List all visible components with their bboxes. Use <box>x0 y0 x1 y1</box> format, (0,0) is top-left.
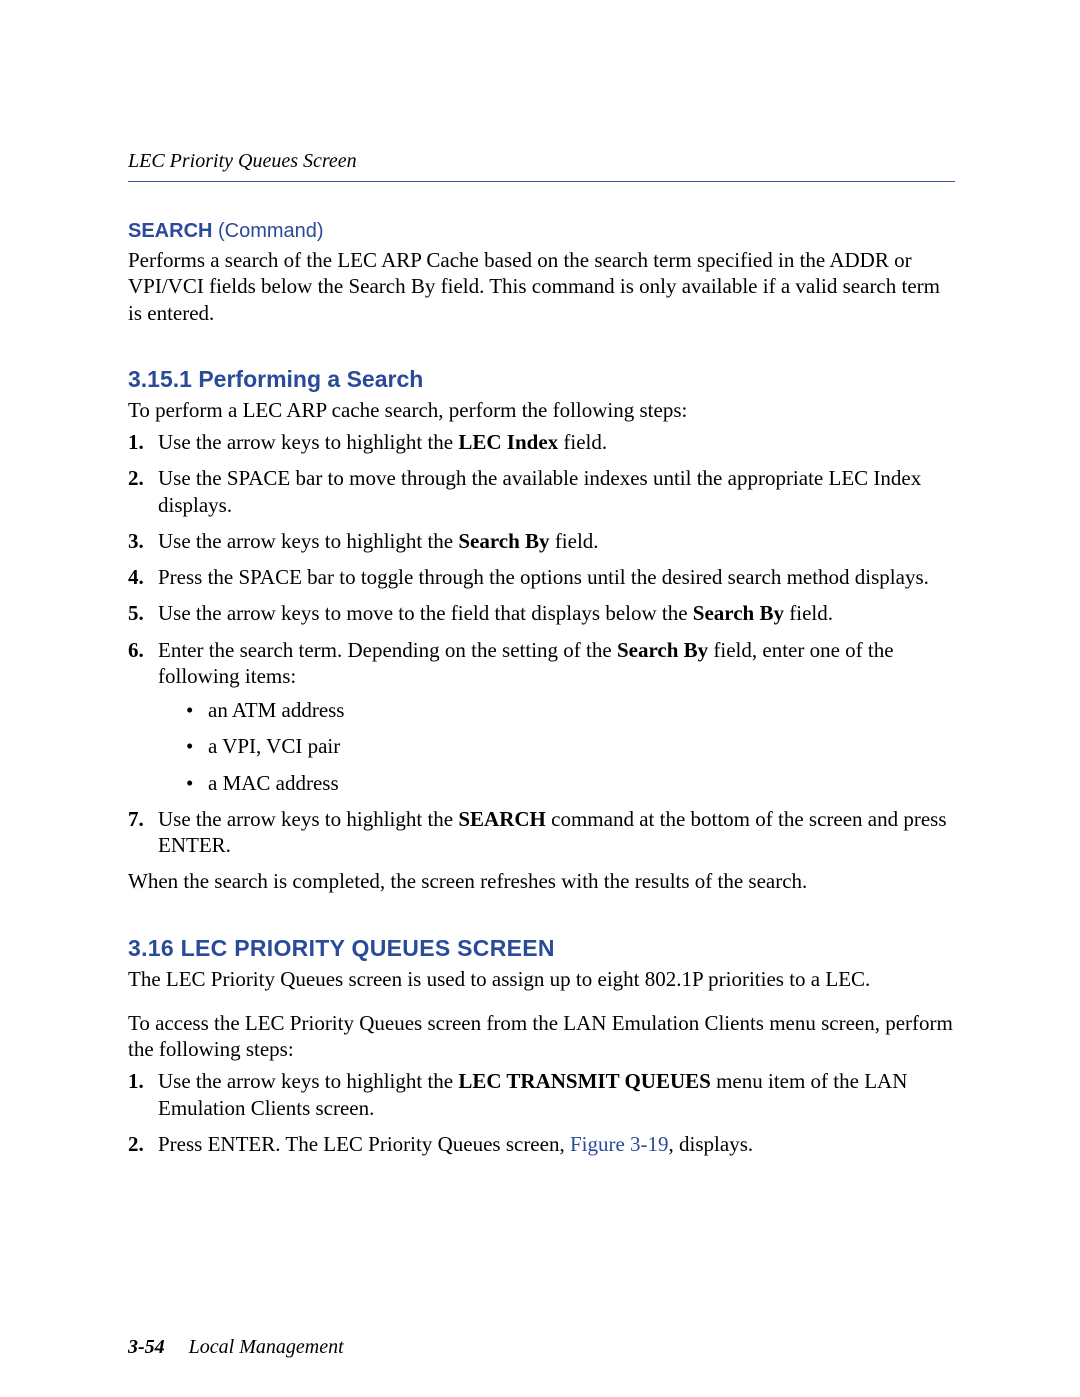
step-3-bold: Search By <box>458 529 549 553</box>
figure-3-19-link[interactable]: Figure 3-19 <box>570 1132 669 1156</box>
step-1: Use the arrow keys to highlight the LEC … <box>128 429 955 455</box>
step-6-pre: Enter the search term. Depending on the … <box>158 638 617 662</box>
step-2: Use the SPACE bar to move through the av… <box>128 465 955 518</box>
step-4-text: Press the SPACE bar to toggle through th… <box>158 565 929 589</box>
step-4: Press the SPACE bar to toggle through th… <box>128 564 955 590</box>
step-1-pre: Use the arrow keys to highlight the <box>158 430 458 454</box>
page: LEC Priority Queues Screen SEARCH (Comma… <box>0 0 1080 1397</box>
heading-3-16: 3.16 LEC PRIORITY QUEUES SCREEN <box>128 935 955 962</box>
step-7-pre: Use the arrow keys to highlight the <box>158 807 458 831</box>
step-3-16-1-bold: LEC TRANSMIT QUEUES <box>458 1069 710 1093</box>
steps-3-16: Use the arrow keys to highlight the LEC … <box>128 1068 955 1157</box>
step-5-pre: Use the arrow keys to move to the field … <box>158 601 693 625</box>
step-6-bullets: an ATM address a VPI, VCI pair a MAC add… <box>186 697 955 796</box>
step-3-pre: Use the arrow keys to highlight the <box>158 529 458 553</box>
section-3-15-1-intro: To perform a LEC ARP cache search, perfo… <box>128 397 955 423</box>
step-7-bold: SEARCH <box>458 807 546 831</box>
heading-3-15-1: 3.15.1 Performing a Search <box>128 366 955 393</box>
step-7: Use the arrow keys to highlight the SEAR… <box>128 806 955 859</box>
step-5-post: field. <box>784 601 833 625</box>
step-3-16-2: Press ENTER. The LEC Priority Queues scr… <box>128 1131 955 1157</box>
step-6: Enter the search term. Depending on the … <box>128 637 955 796</box>
step-3: Use the arrow keys to highlight the Sear… <box>128 528 955 554</box>
step-1-post: field. <box>558 430 607 454</box>
bullet-atm: an ATM address <box>186 697 955 723</box>
step-5: Use the arrow keys to move to the field … <box>128 600 955 626</box>
step-1-bold: LEC Index <box>458 430 558 454</box>
page-number: 3-54 <box>128 1336 165 1358</box>
step-3-post: field. <box>550 529 599 553</box>
step-2-text: Use the SPACE bar to move through the av… <box>158 466 921 516</box>
steps-3-15-1: Use the arrow keys to highlight the LEC … <box>128 429 955 858</box>
search-command-label-suffix: (Command) <box>212 220 323 242</box>
section-3-15-1-closing: When the search is completed, the screen… <box>128 868 955 894</box>
search-command-description: Performs a search of the LEC ARP Cache b… <box>128 247 955 326</box>
page-footer: 3-54 Local Management <box>128 1336 344 1359</box>
section-3-15-1: 3.15.1 Performing a Search To perform a … <box>128 366 955 895</box>
bullet-mac: a MAC address <box>186 770 955 796</box>
step-3-16-2-post: , displays. <box>669 1132 754 1156</box>
step-3-16-2-pre: Press ENTER. The LEC Priority Queues scr… <box>158 1132 570 1156</box>
running-header: LEC Priority Queues Screen <box>128 150 955 182</box>
section-3-16-para-2: To access the LEC Priority Queues screen… <box>128 1010 955 1063</box>
section-3-16-para-1: The LEC Priority Queues screen is used t… <box>128 966 955 992</box>
search-command-label: SEARCH <box>128 220 212 242</box>
step-3-16-1: Use the arrow keys to highlight the LEC … <box>128 1068 955 1121</box>
step-5-bold: Search By <box>693 601 784 625</box>
section-3-16: 3.16 LEC PRIORITY QUEUES SCREEN The LEC … <box>128 935 955 1158</box>
step-3-16-1-pre: Use the arrow keys to highlight the <box>158 1069 458 1093</box>
footer-book-title: Local Management <box>189 1336 344 1358</box>
search-command-block: SEARCH (Command) Performs a search of th… <box>128 220 955 326</box>
step-6-bold: Search By <box>617 638 708 662</box>
search-command-heading: SEARCH (Command) <box>128 220 955 243</box>
bullet-vpi-vci: a VPI, VCI pair <box>186 733 955 759</box>
